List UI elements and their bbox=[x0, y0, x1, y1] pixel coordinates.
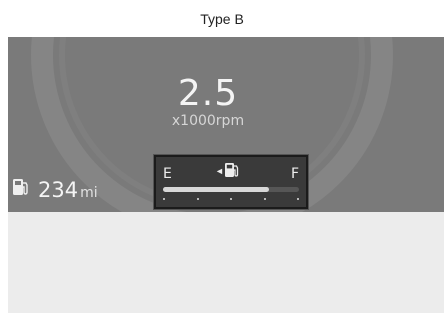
fuel-pump-icon bbox=[13, 179, 28, 195]
fuel-level-ticks bbox=[163, 198, 299, 202]
fuel-gauge: E ◄ F bbox=[154, 155, 308, 209]
fuel-tick-mark bbox=[163, 198, 165, 200]
blank-panel bbox=[8, 212, 444, 313]
fuel-full-label: F bbox=[291, 166, 300, 182]
range-unit: mi bbox=[80, 185, 98, 201]
cluster-figure: 2.5 x1000rpm 234 mi E ◄ F bbox=[8, 37, 444, 313]
fuel-level-track bbox=[163, 187, 299, 192]
range-value: 234 bbox=[38, 178, 79, 202]
fuel-tick-mark bbox=[197, 198, 199, 200]
rpm-unit: x1000rpm bbox=[171, 113, 245, 129]
fuel-tick-mark bbox=[264, 198, 266, 200]
range-readout: 234 mi bbox=[38, 178, 98, 202]
fuel-tick-mark bbox=[297, 198, 299, 200]
fuel-empty-label: E bbox=[163, 166, 172, 182]
fuel-pump-icon bbox=[225, 163, 239, 177]
figure-caption: Type B bbox=[200, 11, 244, 27]
instrument-cluster: 2.5 x1000rpm 234 mi E ◄ F bbox=[8, 37, 444, 212]
fuel-door-arrow-icon: ◄ bbox=[215, 166, 224, 176]
fuel-tick-mark bbox=[230, 198, 232, 200]
rpm-value: 2.5 bbox=[177, 73, 239, 114]
fuel-level-fill bbox=[163, 187, 270, 192]
